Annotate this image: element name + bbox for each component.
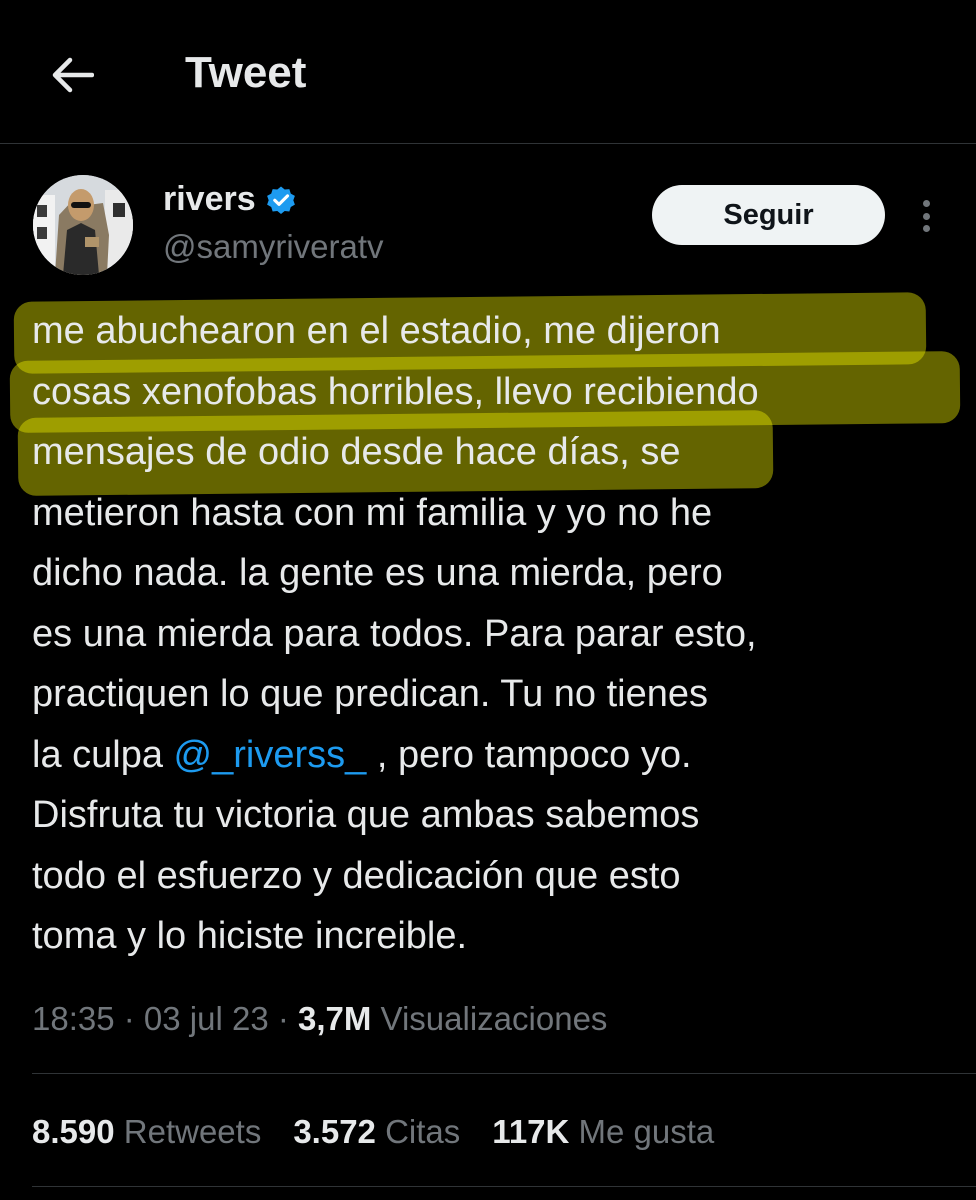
quotes-label: Citas	[375, 1113, 461, 1150]
avatar-photo	[33, 175, 133, 275]
tweet-line-text: , pero tampoco yo.	[366, 733, 692, 776]
tweet-line: mensajes de odio desde hace días, se	[32, 431, 681, 473]
tweet-line: cosas xenofobas horribles, llevo recibie…	[32, 370, 759, 413]
retweets-label: Retweets	[114, 1113, 262, 1150]
more-dot-icon	[922, 200, 930, 207]
follow-button[interactable]: Seguir	[652, 185, 885, 245]
quotes-count: 3.572	[293, 1113, 376, 1150]
tweet-line: practiquen lo que predican. Tu no tienes	[32, 673, 709, 715]
mention-link[interactable]: @_riverss_	[174, 734, 367, 776]
author-handle[interactable]: @samyriveratv	[163, 228, 384, 266]
meta-separator: ·	[114, 1000, 144, 1037]
meta-separator: ·	[268, 1000, 299, 1037]
tweet-line: Disfruta tu victoria que ambas sabemos	[32, 794, 700, 836]
author-display-name[interactable]: rivers	[163, 180, 256, 219]
retweets-count: 8.590	[32, 1113, 115, 1150]
tweet-line: es una mierda para todos. Para parar est…	[32, 612, 757, 655]
back-button[interactable]	[44, 50, 100, 100]
likes-stat[interactable]: 117K Me gusta	[492, 1113, 714, 1151]
views-count: 3,7M	[298, 1000, 372, 1037]
divider	[32, 1073, 976, 1074]
arrow-left-icon	[52, 57, 94, 93]
author-name-row: rivers	[163, 180, 298, 219]
tweet-line: toma y lo hiciste increible.	[32, 915, 468, 957]
tweet-line: dicho nada. la gente es una mierda, pero	[32, 552, 723, 594]
tweet-text: me abuchearon en el estadio, me dijeron …	[32, 301, 962, 967]
top-bar: Tweet	[0, 0, 976, 144]
more-dot-icon	[922, 212, 930, 220]
divider	[32, 1186, 976, 1187]
tweet-meta: 18:35 · 03 jul 23 · 3,7M Visualizaciones	[32, 1000, 607, 1038]
tweet-line-text: la culpa	[32, 733, 174, 776]
likes-label: Me gusta	[569, 1113, 715, 1150]
tweet-line: todo el esfuerzo y dedicación que esto	[32, 854, 681, 897]
page-title: Tweet	[185, 48, 307, 97]
tweet-time[interactable]: 18:35	[32, 1000, 115, 1037]
tweet-line: metieron hasta con mi familia y yo no he	[32, 491, 713, 534]
tweet-line: me abuchearon en el estadio, me dijeron	[32, 310, 721, 352]
engagement-stats: 8.590 Retweets 3.572 Citas 117K Me gusta	[32, 1113, 714, 1151]
views-label: Visualizaciones	[371, 1000, 608, 1037]
avatar[interactable]	[33, 175, 133, 275]
quotes-stat[interactable]: 3.572 Citas	[293, 1113, 460, 1151]
tweet-date[interactable]: 03 jul 23	[144, 1000, 269, 1037]
more-options-button[interactable]	[912, 196, 940, 236]
verified-badge-icon	[266, 186, 295, 214]
more-dot-icon	[922, 225, 930, 232]
retweets-stat[interactable]: 8.590 Retweets	[32, 1113, 261, 1151]
tweet-line: la culpa @_riverss_ , pero tampoco yo.	[32, 725, 962, 786]
likes-count: 117K	[492, 1113, 570, 1150]
